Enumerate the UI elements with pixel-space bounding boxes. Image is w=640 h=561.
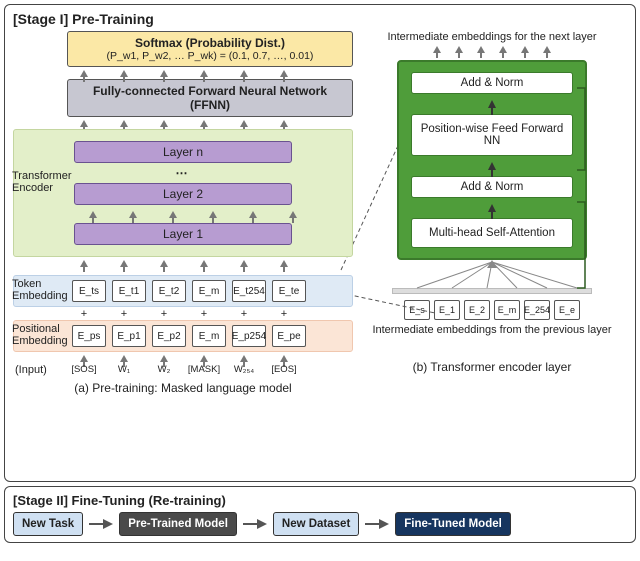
encoder-layer-box: Add & Norm Position-wise Feed Forward NN… (397, 60, 587, 260)
detail-in-cell: E_s (404, 300, 430, 320)
encoder-layer-detail: Intermediate embeddings for the next lay… (357, 31, 627, 395)
softmax-subtitle: (P_w1, P_w2, … P_wk) = (0.1, 0.7, …, 0.0… (74, 50, 346, 62)
token-embedding-row: Token Embedding E_ts E_t1 E_t2 E_m E_t25… (13, 275, 353, 307)
input-token: [MASK] (187, 364, 221, 375)
pos-cell: E_p254 (232, 325, 266, 347)
token-label: Token Embedding (12, 278, 70, 302)
plus-row: ++++++ (67, 308, 353, 320)
pos-cell: E_p2 (152, 325, 186, 347)
detail-in-cell: E_254 (524, 300, 550, 320)
arrows-input-to-pos (67, 352, 353, 364)
arrow-icon (488, 204, 496, 212)
finetuned-model-block: Fine-Tuned Model (395, 512, 511, 536)
pos-cell: E_m (192, 325, 226, 347)
pos-cell: E_pe (272, 325, 306, 347)
arrow-icon (488, 162, 496, 170)
detail-in-cell: E_m (494, 300, 520, 320)
stage2-flow: New Task Pre-Trained Model New Dataset F… (13, 512, 627, 536)
arrow-icon (243, 519, 267, 529)
token-cell: E_te (272, 280, 306, 302)
detail-in-cell: E_1 (434, 300, 460, 320)
add-norm-1: Add & Norm (411, 176, 573, 198)
encoder-label: Transformer Encoder (12, 170, 70, 194)
pos-cell: E_ps (72, 325, 106, 347)
pretrained-model-block: Pre-Trained Model (119, 512, 237, 536)
input-token: W₁ (107, 364, 141, 375)
caption-b: (b) Transformer encoder layer (413, 360, 572, 374)
input-token: [SOS] (67, 364, 101, 375)
stage2-panel: [Stage II] Fine-Tuning (Re-training) New… (4, 486, 636, 543)
input-label: (Input) (15, 364, 47, 376)
token-cell: E_t254 (232, 280, 266, 302)
softmax-block: Softmax (Probability Dist.) (P_w1, P_w2,… (67, 31, 353, 67)
layer-1: Layer 1 (74, 223, 292, 245)
arrows-ffnn-to-softmax (67, 67, 353, 79)
detail-bottom-label: Intermediate embeddings from the previou… (372, 324, 611, 337)
input-token-row: [SOS] W₁ W₂ [MASK] W₂₅₄ [EOS] (67, 364, 353, 375)
input-token: W₂ (147, 364, 181, 375)
position-wise-ffn: Position-wise Feed Forward NN (411, 114, 573, 156)
input-token: [EOS] (267, 364, 301, 375)
softmax-title: Softmax (Probability Dist.) (74, 36, 346, 50)
token-cell: E_t1 (112, 280, 146, 302)
add-norm-2: Add & Norm (411, 72, 573, 94)
arrows-encoder-to-ffnn (67, 117, 353, 129)
token-cell: E_ts (72, 280, 106, 302)
layer-dots: ⋯ (74, 166, 292, 180)
stage2-title: [Stage II] Fine-Tuning (Re-training) (13, 493, 627, 508)
detail-input-row: E_s E_1 E_2 E_m E_254 E_e (404, 300, 580, 320)
detail-top-label: Intermediate embeddings for the next lay… (387, 31, 596, 44)
input-token: W₂₅₄ (227, 364, 261, 375)
layer-2: Layer 2 (74, 183, 292, 205)
stage1-panel: [Stage I] Pre-Training Softmax (Probabil… (4, 4, 636, 482)
layer-n: Layer n (74, 141, 292, 163)
token-cell: E_t2 (152, 280, 186, 302)
arrows-l1-to-l2 (76, 208, 344, 220)
arrows-embed-to-encoder (67, 257, 353, 269)
transformer-encoder: Transformer Encoder Layer n ⋯ Layer 2 La… (13, 129, 353, 257)
caption-a: (a) Pre-training: Masked language model (13, 381, 353, 395)
fan-in-lines (397, 260, 587, 286)
new-dataset-block: New Dataset (273, 512, 359, 536)
stage1-title: [Stage I] Pre-Training (13, 11, 627, 27)
detail-in-cell: E_e (554, 300, 580, 320)
detail-in-cell: E_2 (464, 300, 490, 320)
new-task-block: New Task (13, 512, 83, 536)
positional-label: Positional Embedding (12, 323, 70, 347)
token-cell: E_m (192, 280, 226, 302)
ffnn-block: Fully-connected Forward Neural Network (… (67, 79, 353, 117)
arrow-icon (488, 100, 496, 108)
pos-cell: E_p1 (112, 325, 146, 347)
arrow-icon (365, 519, 389, 529)
arrow-icon (89, 519, 113, 529)
positional-embedding-row: Positional Embedding E_ps E_p1 E_p2 E_m … (13, 320, 353, 352)
detail-output-arrows (430, 46, 554, 60)
multi-head-self-attention: Multi-head Self-Attention (411, 218, 573, 248)
pretraining-diagram: Softmax (Probability Dist.) (P_w1, P_w2,… (13, 31, 353, 395)
